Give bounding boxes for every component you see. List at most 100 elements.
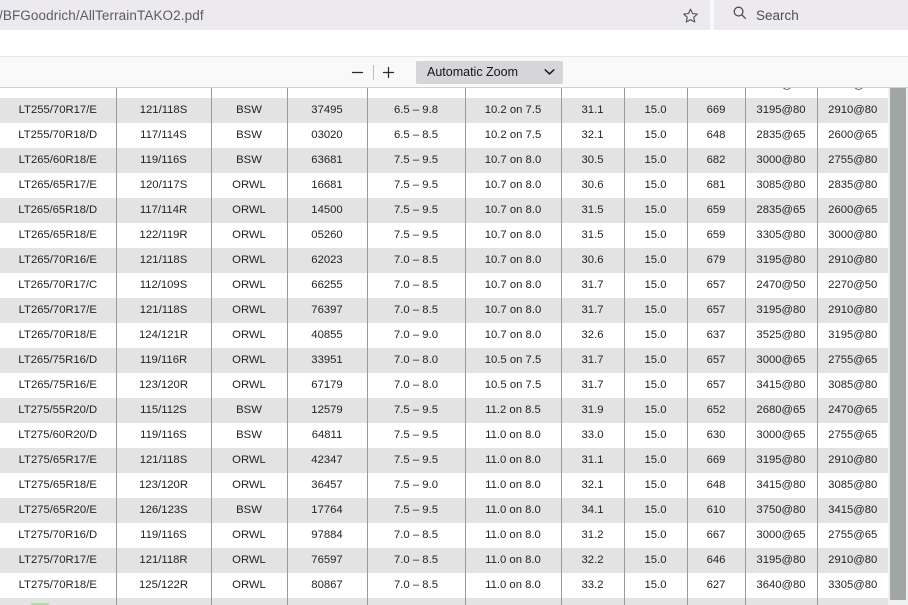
cell-single: 3640@80 [744, 573, 817, 598]
table-row: LT275/65R18/E 123/120R ORWL 36457 7.5 – 9.0 1… [0, 473, 888, 498]
cell-article: 05260 [286, 223, 367, 248]
cell-size: LT265/60R18/E [0, 148, 116, 173]
cell-sidewall: ORWL [210, 523, 287, 548]
cell-load: 123/120R [115, 373, 211, 398]
cell-revs: 643 [686, 598, 745, 605]
cell-revs: 679 [686, 248, 745, 273]
cell-rim: 7.5 – 9.0 [366, 473, 465, 498]
cell-load: 117/114S [115, 123, 211, 148]
cell-article: 66255 [286, 273, 367, 298]
cell-sidewall: BSW [210, 423, 287, 448]
cell-sidewall: ORWL [210, 223, 287, 248]
cell-tread: 15.0 [623, 273, 687, 298]
table-row: LT285/55R20/D117/11TBSW036388.0 – 10.011… [0, 598, 888, 605]
cell-measured: 10.2 on 7.5 [464, 123, 561, 148]
cell-dual: 2835@80 [816, 88, 888, 98]
cell-article: 76397 [286, 298, 367, 323]
cell-revs: 646 [686, 548, 745, 573]
cell-rim: 7.5 – 9.5 [366, 173, 465, 198]
cell-load: 117/114R [115, 198, 211, 223]
cell-single: 3000@65 [744, 523, 817, 548]
cell-tread: 15.0 [623, 448, 687, 473]
cell-sidewall: BSW [210, 598, 287, 605]
cell-sidewall: ORWL [210, 173, 287, 198]
zoom-level-select[interactable]: Automatic Zoom [415, 60, 563, 84]
url-bar[interactable]: /BFGoodrich/AllTerrainTAKO2.pdf [0, 0, 710, 30]
cell-measured: 10.2 on 7.5 [464, 88, 561, 98]
cell-diameter: 33.2 [560, 573, 624, 598]
star-icon[interactable] [678, 4, 702, 26]
cell-single: 3750@80 [744, 498, 817, 523]
cell-dual: 2835@80 [816, 173, 888, 198]
cell-article: 36457 [286, 473, 367, 498]
cell-article: 40855 [286, 323, 367, 348]
cell-diameter: 32.1 [560, 473, 624, 498]
table-row: LT275/55R20/D 115/112S BSW 12579 7.5 – 9.5 11… [0, 398, 888, 423]
cell-diameter: 31.1 [560, 448, 624, 473]
cell-measured: 10.5 on 7.5 [464, 373, 561, 398]
cell-sidewall: ORWL [210, 448, 287, 473]
cell-diameter: 31.7 [560, 348, 624, 373]
cell-dual: 3000@80 [816, 223, 888, 248]
cell-size: LT265/65R18/E [0, 223, 116, 248]
cell-article: 37495 [286, 98, 367, 123]
cell-single: 3085@80 [744, 173, 817, 198]
cell-article: 67179 [286, 373, 367, 398]
cell-size: LT275/55R20/D [0, 398, 116, 423]
cell-load: 119/116R [115, 348, 211, 373]
cell-diameter: 31.2 [560, 523, 624, 548]
cell-diameter: 31.7 [560, 298, 624, 323]
cell-single: 3195@80 [744, 548, 817, 573]
table-row: LT275/70R16/D 119/116S ORWL 97884 7.0 – 8.5 1… [0, 523, 888, 548]
cell-diameter: 31.5 [560, 223, 624, 248]
cell-diameter: 31.9 [560, 398, 624, 423]
table-row: LT265/75R16/E 123/120R ORWL 67179 7.0 – 8.0 1… [0, 373, 888, 398]
cell-article: 12579 [286, 398, 367, 423]
pdf-vertical-scrollbar[interactable] [888, 88, 908, 605]
pdf-scrollbar-thumb[interactable] [890, 88, 906, 600]
cell-tread: 15.0 [623, 323, 687, 348]
search-bar[interactable]: Search [714, 0, 908, 30]
zoom-in-button[interactable] [376, 60, 402, 84]
cell-single: 3195@80 [744, 298, 817, 323]
table-row: LT265/70R17/C 112/109S ORWL 66255 7.0 – 8.5 1… [0, 273, 888, 298]
cell-load: 126/123S [115, 498, 211, 523]
zoom-out-button[interactable] [345, 60, 371, 84]
cell-measured: 10.7 on 8.0 [464, 223, 561, 248]
cell-article: 42347 [286, 448, 367, 473]
cell-single: 3195@80 [744, 98, 817, 123]
cell-sidewall: ORWL [210, 88, 287, 98]
cell-article: 65289 [286, 88, 367, 98]
pdf-page-viewport[interactable]: LT255/70R16/E120/117SORWL652896.5 – 8.01… [0, 88, 908, 605]
cell-rim: 7.5 – 9.5 [366, 423, 465, 448]
cell-size: LT275/70R17/E [0, 548, 116, 573]
cell-tread: 15.0 [623, 123, 687, 148]
table-row: LT255/70R16/E120/117SORWL652896.5 – 8.01… [0, 88, 888, 98]
cell-sidewall: ORWL [210, 373, 287, 398]
cell-article: 80867 [286, 573, 367, 598]
cell-dual: 2470@65 [816, 398, 888, 423]
cell-load: 123/120R [115, 473, 211, 498]
cell-single: 2470@50 [744, 273, 817, 298]
cell-measured: 11.0 on 8.0 [464, 423, 561, 448]
cell-tread: 15.0 [623, 573, 687, 598]
cell-measured: 11.0 on 8.0 [464, 473, 561, 498]
cell-measured: 11.0 on 8.0 [464, 498, 561, 523]
cell-sidewall: ORWL [210, 548, 287, 573]
cell-size: LT275/65R17/E [0, 448, 116, 473]
search-input-placeholder: Search [756, 7, 799, 23]
cell-article: 76597 [286, 548, 367, 573]
cell-tread: 15.0 [623, 248, 687, 273]
cell-single: 2680@65 [744, 398, 817, 423]
cell-dual: 2755@80 [816, 148, 888, 173]
cell-revs: 681 [686, 173, 745, 198]
cell-revs: 659 [686, 223, 745, 248]
cell-article: 33951 [286, 348, 367, 373]
cell-measured: 10.2 on 7.5 [464, 98, 561, 123]
cell-diameter: 32.1 [560, 123, 624, 148]
cell-size: LT265/65R17/E [0, 173, 116, 198]
cell-size: LT275/65R20/E [0, 498, 116, 523]
cell-rim: 7.5 – 9.5 [366, 198, 465, 223]
cell-size: LT265/70R17/C [0, 273, 116, 298]
cell-rim: 8.0 – 10.0 [366, 598, 465, 605]
